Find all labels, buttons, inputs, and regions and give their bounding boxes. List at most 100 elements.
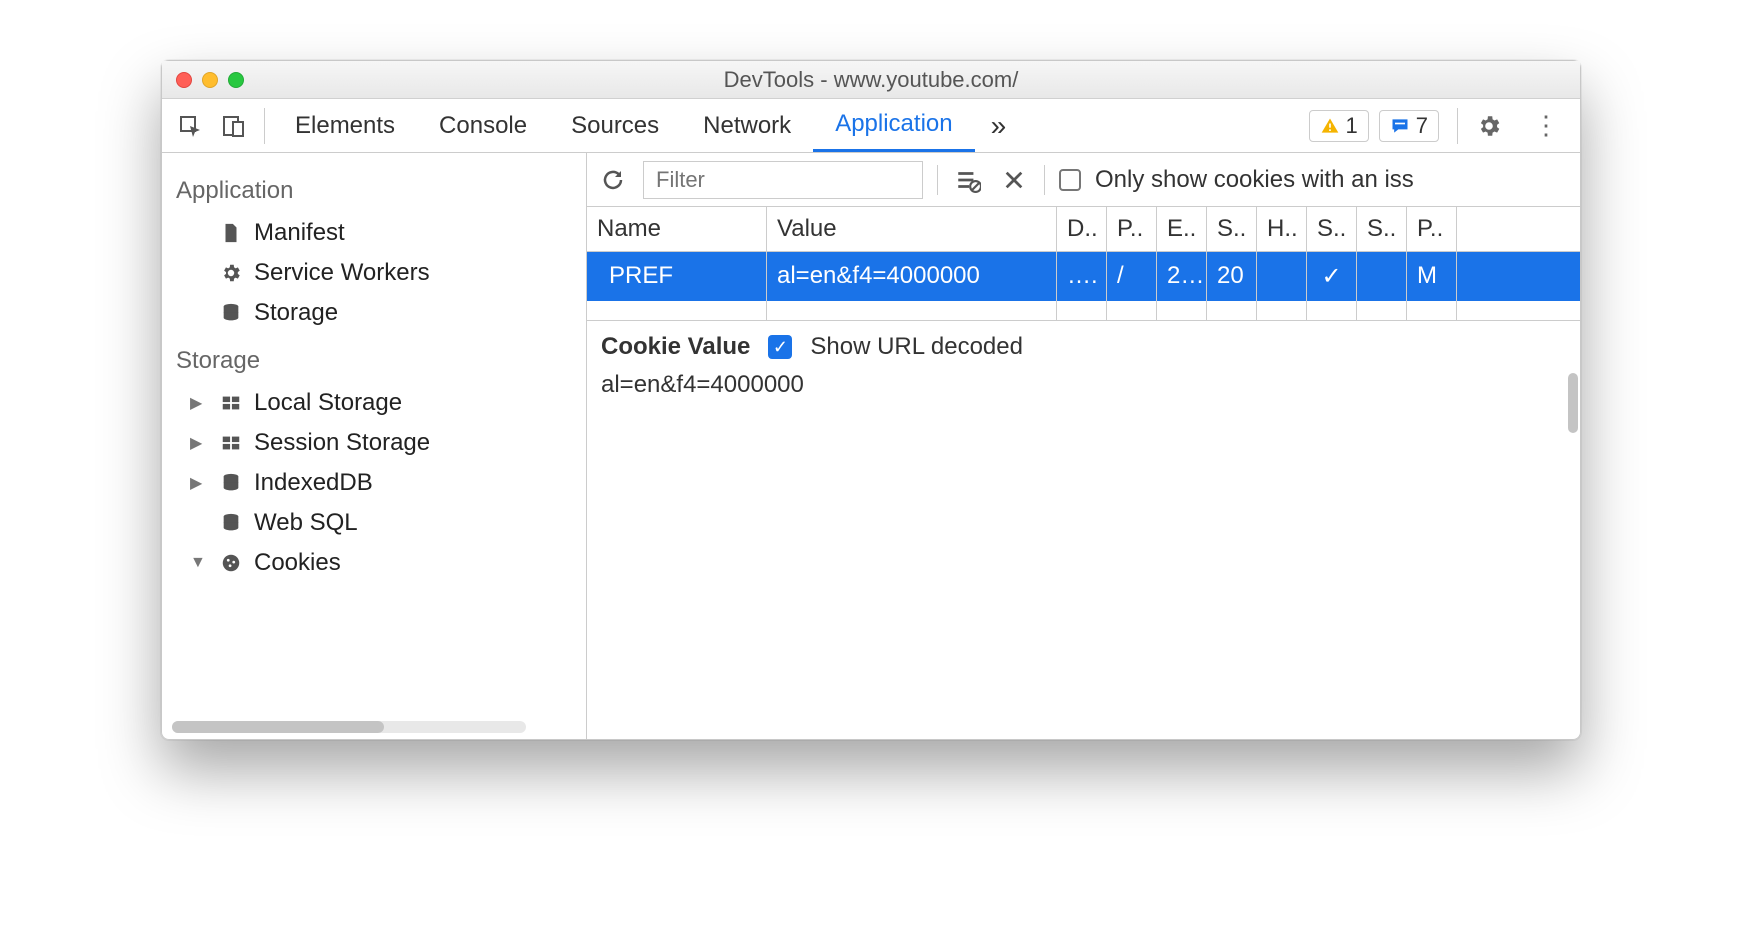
clear-list-icon (955, 167, 981, 193)
sidebar-item-storage-app[interactable]: Storage (162, 293, 586, 333)
tab-console[interactable]: Console (417, 99, 549, 152)
cell-expires: 2… (1157, 252, 1207, 301)
sidebar-item-label: Web SQL (254, 509, 358, 537)
zoom-window-button[interactable] (228, 72, 244, 88)
inspect-element-button[interactable] (168, 104, 212, 148)
tab-sources[interactable]: Sources (549, 99, 681, 152)
cookies-panel: Only show cookies with an iss Name Value… (587, 153, 1580, 739)
more-menu-button[interactable]: ⋮ (1526, 110, 1566, 141)
cookies-table-empty-row (587, 301, 1580, 321)
cell-size: 20 (1207, 252, 1257, 301)
sidebar-item-label: Cookies (254, 549, 341, 577)
close-icon (1003, 169, 1025, 191)
tree-arrow[interactable]: ▶ (190, 393, 208, 413)
sidebar-item-indexeddb[interactable]: ▶ IndexedDB (162, 463, 586, 503)
cookie-value-label: Cookie Value (601, 333, 750, 361)
url-decoded-label: Show URL decoded (810, 333, 1023, 361)
close-window-button[interactable] (176, 72, 192, 88)
filter-input[interactable] (643, 161, 923, 199)
application-sidebar: Application Manifest Service Workers Sto… (162, 153, 587, 739)
only-issues-label: Only show cookies with an iss (1095, 166, 1414, 194)
cookie-icon (220, 552, 242, 574)
col-expires[interactable]: E.. (1157, 207, 1207, 251)
sidebar-item-label: Session Storage (254, 429, 430, 457)
message-icon (1390, 116, 1410, 136)
devtools-toolbar: Elements Console Sources Network Applica… (162, 99, 1580, 153)
sidebar-horizontal-scrollbar[interactable] (172, 721, 526, 733)
col-priority[interactable]: P.. (1407, 207, 1457, 251)
database-icon (220, 472, 242, 494)
panel-body: Application Manifest Service Workers Sto… (162, 153, 1580, 739)
tab-network[interactable]: Network (681, 99, 813, 152)
file-icon (220, 222, 242, 244)
sidebar-item-label: Local Storage (254, 389, 402, 417)
divider (1044, 165, 1045, 195)
refresh-button[interactable] (597, 168, 629, 192)
database-icon (220, 512, 242, 534)
grid-icon (220, 432, 242, 454)
cell-name: PREF (587, 252, 767, 301)
minimize-window-button[interactable] (202, 72, 218, 88)
col-name[interactable]: Name (587, 207, 767, 251)
sidebar-section-storage: Storage (162, 333, 586, 383)
tree-arrow[interactable]: ▶ (190, 473, 208, 493)
cell-httponly (1257, 252, 1307, 301)
warning-icon (1320, 116, 1340, 136)
col-path[interactable]: P.. (1107, 207, 1157, 251)
delete-selected-button[interactable] (998, 169, 1030, 191)
cell-path: / (1107, 252, 1157, 301)
sidebar-item-session-storage[interactable]: ▶ Session Storage (162, 423, 586, 463)
tab-elements[interactable]: Elements (273, 99, 417, 152)
url-decoded-checkbox[interactable]: ✓ (768, 335, 792, 359)
tabs-overflow-button[interactable]: » (975, 99, 1023, 152)
tree-arrow[interactable]: ▶ (190, 433, 208, 453)
sidebar-item-cookies[interactable]: ▼ Cookies (162, 543, 586, 583)
col-secure[interactable]: S.. (1307, 207, 1357, 251)
database-icon (220, 302, 242, 324)
window-title: DevTools - www.youtube.com/ (162, 67, 1580, 93)
divider (264, 108, 265, 144)
cookies-table-row[interactable]: PREF al=en&f4=4000000 …. / 2… 20 ✓ M (587, 252, 1580, 301)
window-controls (176, 72, 244, 88)
col-domain[interactable]: D.. (1057, 207, 1107, 251)
only-issues-checkbox[interactable] (1059, 169, 1081, 191)
cell-value: al=en&f4=4000000 (767, 252, 1057, 301)
col-samesite[interactable]: S.. (1357, 207, 1407, 251)
panel-tabs: Elements Console Sources Network Applica… (273, 99, 1022, 152)
gear-icon (1476, 113, 1502, 139)
sidebar-item-service-workers[interactable]: Service Workers (162, 253, 586, 293)
sidebar-item-manifest[interactable]: Manifest (162, 213, 586, 253)
cell-secure: ✓ (1307, 252, 1357, 301)
cell-priority: M (1407, 252, 1457, 301)
cookie-detail-pane: Cookie Value ✓ Show URL decoded al=en&f4… (587, 321, 1580, 411)
toolbar-right: 1 7 ⋮ (1309, 108, 1575, 144)
cookies-table-header: Name Value D.. P.. E.. S.. H.. S.. S.. P… (587, 207, 1580, 252)
sidebar-item-label: Storage (254, 299, 338, 327)
device-toggle-button[interactable] (212, 104, 256, 148)
cookie-value-text: al=en&f4=4000000 (601, 361, 1566, 399)
tab-application[interactable]: Application (813, 99, 974, 152)
gear-icon (220, 262, 242, 284)
col-httponly[interactable]: H.. (1257, 207, 1307, 251)
sidebar-item-websql[interactable]: Web SQL (162, 503, 586, 543)
sidebar-item-label: Service Workers (254, 259, 430, 287)
divider (937, 165, 938, 195)
sidebar-item-local-storage[interactable]: ▶ Local Storage (162, 383, 586, 423)
settings-button[interactable] (1476, 113, 1516, 139)
tree-arrow[interactable]: ▼ (190, 554, 208, 572)
messages-badge[interactable]: 7 (1379, 110, 1439, 142)
warnings-badge[interactable]: 1 (1309, 110, 1369, 142)
refresh-icon (601, 168, 625, 192)
grid-icon (220, 392, 242, 414)
col-value[interactable]: Value (767, 207, 1057, 251)
filter-toolbar: Only show cookies with an iss (587, 153, 1580, 207)
sidebar-item-label: Manifest (254, 219, 345, 247)
clear-all-button[interactable] (952, 167, 984, 193)
table-vertical-scrollbar[interactable] (1568, 373, 1578, 433)
cell-domain: …. (1057, 252, 1107, 301)
sidebar-section-application: Application (162, 163, 586, 213)
warnings-count: 1 (1346, 113, 1358, 139)
col-size[interactable]: S.. (1207, 207, 1257, 251)
messages-count: 7 (1416, 113, 1428, 139)
titlebar: DevTools - www.youtube.com/ (162, 61, 1580, 99)
